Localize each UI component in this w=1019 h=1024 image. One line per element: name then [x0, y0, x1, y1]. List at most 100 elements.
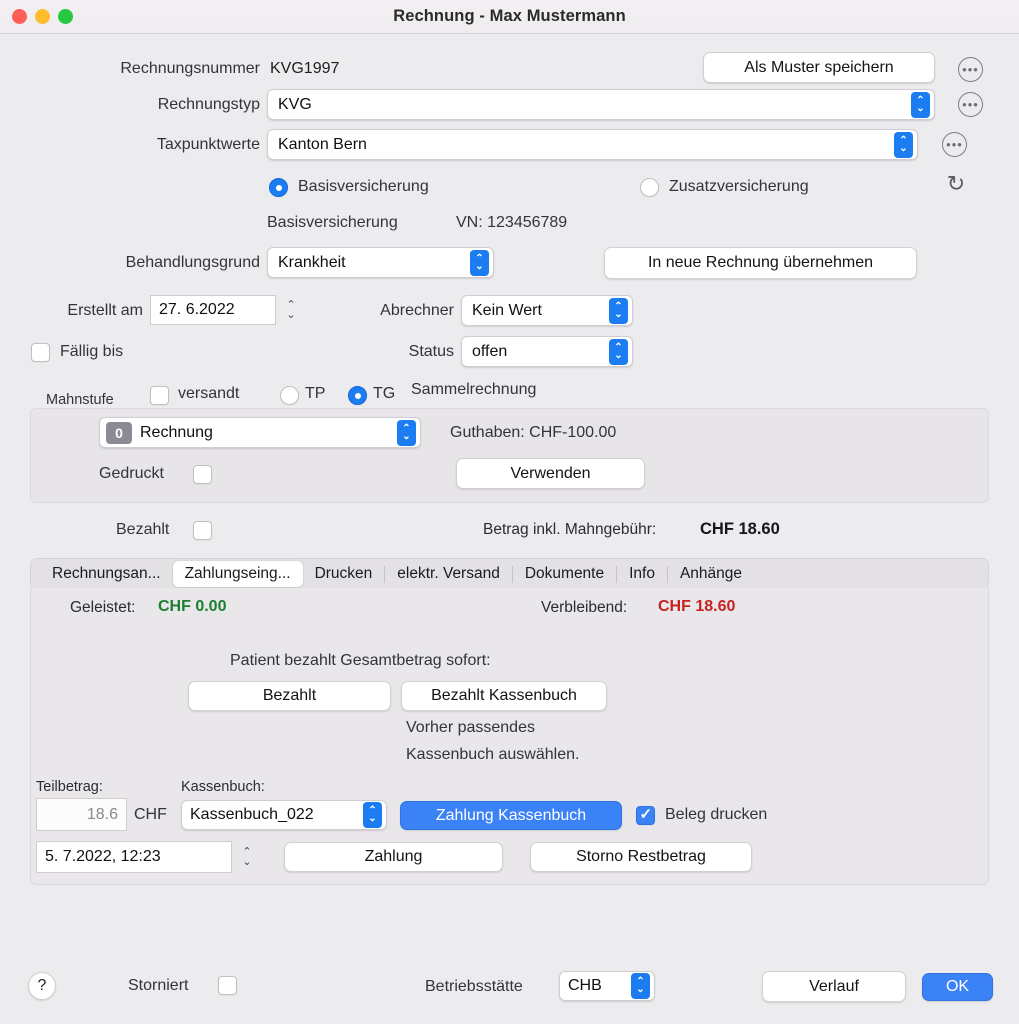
cashbook-value: Kassenbuch_022 — [190, 806, 314, 823]
created-date-input[interactable]: 27. 6.2022 — [150, 295, 276, 325]
chevron-updown-icon: ⌃ ⌄ — [397, 419, 416, 446]
help-button[interactable]: ? — [28, 972, 56, 1000]
payment-date-stepper[interactable]: ⌃ ⌄ — [239, 842, 255, 872]
zoom-window-button[interactable] — [58, 9, 73, 24]
chevron-updown-icon: ⌃ ⌄ — [609, 297, 628, 324]
tab-anhaenge[interactable]: Anhänge — [668, 561, 754, 587]
print-receipt-checkbox[interactable] — [636, 805, 655, 825]
amount-incl-fee-value: CHF 18.60 — [700, 520, 780, 538]
cashbook-hint-line1: Vorher passendes — [406, 719, 535, 736]
invoice-number-options-icon[interactable]: ••• — [958, 57, 983, 82]
chevron-updown-icon: ⌃ ⌄ — [609, 338, 628, 365]
minimize-window-button[interactable] — [35, 9, 50, 24]
tariff-value: Kanton Bern — [278, 135, 367, 153]
remaining-label: Verbleibend: — [541, 599, 628, 616]
chevron-updown-icon: ⌃ ⌄ — [470, 249, 489, 276]
tab-bar: Rechnungsan... Zahlungseing... Drucken e… — [30, 558, 989, 590]
history-button[interactable]: Verlauf — [762, 971, 906, 1002]
site-label: Betriebsstätte — [425, 978, 523, 995]
refresh-icon[interactable]: ↻ — [944, 171, 968, 196]
ok-button[interactable]: OK — [922, 973, 993, 1001]
created-date-stepper[interactable]: ⌃ ⌄ — [283, 295, 299, 325]
partial-amount-input[interactable]: 18.6 — [36, 798, 127, 831]
status-select[interactable]: offen ⌃ ⌄ — [461, 336, 633, 367]
invoice-type-select[interactable]: KVG ⌃ ⌄ — [267, 89, 935, 120]
invoice-dialog-window: Rechnung - Max Mustermann Rechnungsnumme… — [0, 0, 1019, 1024]
printed-checkbox[interactable] — [193, 465, 212, 484]
radio-tg[interactable] — [348, 386, 367, 405]
instant-payment-title: Patient bezahlt Gesamtbetrag sofort: — [230, 652, 491, 669]
invoice-number-value: KVG1997 — [270, 60, 340, 77]
radio-supplementary-insurance-label: Zusatzversicherung — [669, 178, 809, 195]
window-title: Rechnung - Max Mustermann — [393, 7, 626, 25]
invoice-type-value: KVG — [278, 95, 312, 113]
site-select[interactable]: CHB ⌃ ⌄ — [559, 971, 655, 1001]
sent-checkbox-label: versandt — [178, 385, 240, 402]
tab-zahlungseingang[interactable]: Zahlungseing... — [172, 561, 303, 587]
partial-amount-label: Teilbetrag: — [36, 779, 103, 795]
status-value: offen — [472, 342, 508, 360]
save-as-template-button[interactable]: Als Muster speichern — [703, 52, 935, 83]
insurance-vn-text: VN: 123456789 — [456, 214, 568, 231]
chevron-updown-icon: ⌃ ⌄ — [894, 131, 913, 158]
reminder-level-value: Rechnung — [140, 423, 213, 441]
close-window-button[interactable] — [12, 9, 27, 24]
tab-rechnungsangaben[interactable]: Rechnungsan... — [40, 561, 173, 587]
chevron-updown-icon: ⌃ ⌄ — [911, 91, 930, 118]
payment-button[interactable]: Zahlung — [284, 842, 503, 872]
amount-incl-fee-label: Betrag inkl. Mahngebühr: — [483, 521, 657, 538]
radio-basic-insurance[interactable] — [269, 178, 288, 197]
remaining-value: CHF 18.60 — [658, 598, 736, 615]
tariff-options-icon[interactable]: ••• — [942, 132, 967, 157]
status-label: Status — [408, 343, 454, 360]
radio-basic-insurance-label: Basisversicherung — [298, 178, 429, 195]
credit-balance-text: Guthaben: CHF-100.00 — [450, 424, 617, 441]
cashbook-hint-line2: Kassenbuch auswählen. — [406, 746, 580, 763]
cashbook-label: Kassenbuch: — [181, 779, 265, 795]
radio-tp[interactable] — [280, 386, 299, 405]
payment-cashbook-button[interactable]: Zahlung Kassenbuch — [400, 801, 622, 830]
paid-button[interactable]: Bezahlt — [188, 681, 391, 711]
reminder-level-label: Mahnstufe — [46, 392, 114, 408]
radio-tp-label: TP — [305, 385, 326, 402]
printed-label: Gedruckt — [99, 465, 164, 482]
currency-label: CHF — [134, 806, 167, 823]
paid-cashbook-button[interactable]: Bezahlt Kassenbuch — [401, 681, 607, 711]
site-value: CHB — [568, 977, 602, 994]
biller-select[interactable]: Kein Wert ⌃ ⌄ — [461, 295, 633, 326]
cashbook-select[interactable]: Kassenbuch_022 ⌃ ⌄ — [181, 800, 387, 830]
tab-elektr-versand[interactable]: elektr. Versand — [385, 561, 512, 587]
tab-info[interactable]: Info — [617, 561, 667, 587]
tariff-select[interactable]: Kanton Bern ⌃ ⌄ — [267, 129, 918, 160]
paid-so-far-value: CHF 0.00 — [158, 598, 227, 615]
radio-supplementary-insurance[interactable] — [640, 178, 659, 197]
biller-value: Kein Wert — [472, 301, 542, 319]
paid-label: Bezahlt — [116, 521, 170, 538]
paid-checkbox[interactable] — [193, 521, 212, 540]
copy-to-new-invoice-button[interactable]: In neue Rechnung übernehmen — [604, 247, 917, 279]
sent-checkbox[interactable] — [150, 386, 169, 405]
chevron-updown-icon: ⌃ ⌄ — [363, 802, 382, 828]
invoice-type-options-icon[interactable]: ••• — [958, 92, 983, 117]
biller-label: Abrechner — [380, 302, 454, 319]
chevron-updown-icon: ⌃ ⌄ — [631, 973, 650, 999]
cancelled-checkbox[interactable] — [218, 976, 237, 995]
reminder-level-badge: 0 — [106, 421, 132, 444]
print-receipt-label: Beleg drucken — [665, 806, 768, 823]
tab-drucken[interactable]: Drucken — [303, 561, 385, 587]
tariff-label: Taxpunktwerte — [156, 136, 260, 153]
invoice-type-label: Rechnungstyp — [157, 96, 260, 113]
due-date-checkbox[interactable] — [31, 343, 50, 362]
due-date-label: Fällig bis — [60, 343, 124, 360]
window-titlebar: Rechnung - Max Mustermann — [0, 0, 1019, 34]
cancelled-label: Storniert — [128, 977, 189, 994]
treatment-reason-select[interactable]: Krankheit ⌃ ⌄ — [267, 247, 494, 278]
use-button[interactable]: Verwenden — [456, 458, 645, 489]
traffic-light-buttons — [12, 9, 73, 24]
cancel-remaining-button[interactable]: Storno Restbetrag — [530, 842, 752, 872]
reminder-level-select[interactable]: 0 Rechnung ⌃ ⌄ — [99, 417, 421, 448]
payment-date-input[interactable]: 5. 7.2022, 12:23 — [36, 841, 232, 873]
collective-invoice-label: Sammelrechnung — [411, 381, 537, 398]
tab-dokumente[interactable]: Dokumente — [513, 561, 616, 587]
created-date-label: Erstellt am — [67, 302, 143, 319]
